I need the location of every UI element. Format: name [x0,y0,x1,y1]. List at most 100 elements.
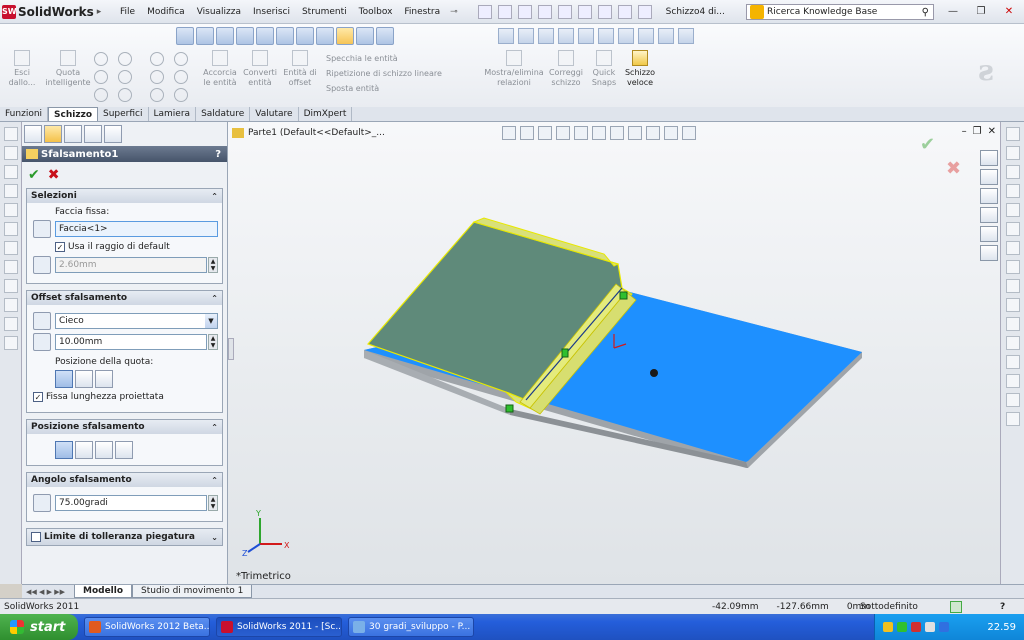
normal-to-icon[interactable] [176,27,194,45]
tray-icon-2[interactable] [897,622,907,632]
offset-header[interactable]: Offset sfalsamento ⌃ [27,291,222,305]
end-condition-select[interactable]: Cieco ▼ [55,313,218,329]
knowledge-base-search[interactable]: Ricerca Knowledge Base ⚲ [746,4,934,20]
tray-icon-1[interactable] [883,622,893,632]
offset-distance-field[interactable]: 10.00mm [55,334,207,350]
previous-view-icon[interactable] [538,28,554,44]
right-tool-11-icon[interactable] [1005,317,1020,331]
tolerance-header[interactable]: Limite di tolleranza piegatura ⌄ [27,529,222,545]
menu-toolbox[interactable]: Toolbox [353,7,399,17]
right-tool-9-icon[interactable] [1005,279,1020,293]
tab-superfici[interactable]: Superfici [98,107,149,121]
taskbar-item-sw2012[interactable]: SolidWorks 2012 Beta... [84,617,210,637]
right-tool-12-icon[interactable] [1005,336,1020,350]
selections-header[interactable]: Selezioni ⌃ [27,189,222,203]
jog-handle-mid[interactable] [561,348,569,358]
plane-icon[interactable] [174,88,188,102]
view-orient-icon[interactable] [578,28,594,44]
section-view-icon[interactable] [558,28,574,44]
graphics-area[interactable]: Parte1 (Default<<Default>_... – ❐ ✕ ✔ ✖ [228,122,1000,584]
tab-scroll-arrows[interactable]: ◀◀ ◀ ▶ ▶▶ [22,588,74,596]
dim-outside-icon[interactable] [55,370,73,388]
search-icon[interactable]: ⚲ [922,7,929,18]
tab-dimxpert[interactable]: DimXpert [299,107,353,121]
dim-overall-icon[interactable] [95,370,113,388]
solidworks-resources-icon[interactable] [980,150,998,166]
mirror-entities-item[interactable]: Specchia le entità [326,54,442,63]
pin-icon[interactable]: ⊸ [446,7,462,17]
back-view-icon[interactable] [216,27,234,45]
left-tool-4-icon[interactable] [3,184,18,198]
scene-icon[interactable] [658,28,674,44]
left-view-icon[interactable] [236,27,254,45]
right-tool-5-icon[interactable] [1005,203,1020,217]
bend-outside-icon[interactable] [115,441,133,459]
ellipse-icon[interactable] [174,52,188,66]
solidworks-logo[interactable]: SW SolidWorks ▸ [2,1,102,23]
tab-valutare[interactable]: Valutare [250,107,299,121]
dimetric-view-icon[interactable] [356,27,374,45]
dimxpert-manager-tab-icon[interactable] [84,125,102,143]
tab-funzioni[interactable]: Funzioni [0,107,49,121]
options-icon[interactable] [637,4,652,19]
display-style-icon[interactable] [598,28,614,44]
select-icon[interactable] [577,4,592,19]
rapid-sketch-button[interactable]: Schizzo veloce [622,50,658,88]
left-tool-7-icon[interactable] [3,241,18,255]
left-tool-10-icon[interactable] [3,298,18,312]
menu-finestra[interactable]: Finestra [398,7,446,17]
right-tool-6-icon[interactable] [1005,222,1020,236]
jog-handle-bottom[interactable] [505,404,514,413]
convert-entities-button[interactable]: Converti entità [240,50,280,88]
new-icon[interactable] [477,4,492,19]
right-tool-2-icon[interactable] [1005,146,1020,160]
radius-field[interactable]: 2.60mm [55,257,207,273]
file-explorer-icon[interactable] [980,188,998,204]
iso-view-icon[interactable] [316,27,334,45]
move-entities-item[interactable]: Sposta entità [326,84,442,93]
help-button[interactable]: ? [215,149,221,160]
close-button[interactable]: ✕ [996,3,1022,19]
taskbar-item-sw2011[interactable]: SolidWorks 2011 - [Sc... [216,617,342,637]
position-header[interactable]: Posizione sfalsamento ⌃ [27,420,222,434]
menu-modifica[interactable]: Modifica [141,7,191,17]
hide-show-icon[interactable] [618,28,634,44]
angle-spinner[interactable]: ▲ ▼ [208,495,218,511]
polygon-icon[interactable] [118,88,132,102]
appearances-icon[interactable] [980,226,998,242]
menu-file[interactable]: File [114,7,141,17]
tolerance-checkbox[interactable]: Limite di tolleranza piegatura [31,532,195,542]
open-icon[interactable] [497,4,512,19]
default-radius-checkbox[interactable]: ✓ Usa il raggio di default [55,242,218,252]
view-settings-icon[interactable] [678,28,694,44]
fix-length-checkbox[interactable]: ✓ Fissa lunghezza proiettata [33,392,218,402]
zoom-fit-icon[interactable] [498,28,514,44]
rebuild-status-icon[interactable] [950,600,962,613]
smart-dimension-button[interactable]: Quota intelligente [44,50,92,88]
tab-modello[interactable]: Modello [74,585,133,598]
right-tool-13-icon[interactable] [1005,355,1020,369]
design-library-icon[interactable] [980,169,998,185]
arc-icon[interactable] [118,70,132,84]
right-tool-8-icon[interactable] [1005,260,1020,274]
right-tool-16-icon[interactable] [1005,412,1020,426]
tray-icon-4[interactable] [925,622,935,632]
rebuild-icon[interactable] [597,4,612,19]
radius-spinner[interactable]: ▲ ▼ [208,257,218,273]
start-button[interactable]: start [0,614,78,640]
left-tool-1-icon[interactable] [3,127,18,141]
top-view-icon[interactable] [276,27,294,45]
undo-icon[interactable] [557,4,572,19]
fix-length-check[interactable]: ✓ [33,392,43,402]
minimize-button[interactable]: — [940,3,966,19]
ok-check-icon[interactable]: ✔ [28,167,40,183]
jog-handle-top[interactable] [619,291,628,300]
material-outside-icon[interactable] [95,441,113,459]
search-input[interactable]: Ricerca Knowledge Base [767,7,922,17]
trimetric-view-icon[interactable] [336,27,354,45]
offset-distance-spinner[interactable]: ▲ ▼ [208,334,218,350]
restore-button[interactable]: ❐ [968,3,994,19]
angle-header[interactable]: Angolo sfalsamento ⌃ [27,473,222,487]
display-manager-tab-icon[interactable] [104,125,122,143]
rectangle-icon[interactable] [94,70,108,84]
